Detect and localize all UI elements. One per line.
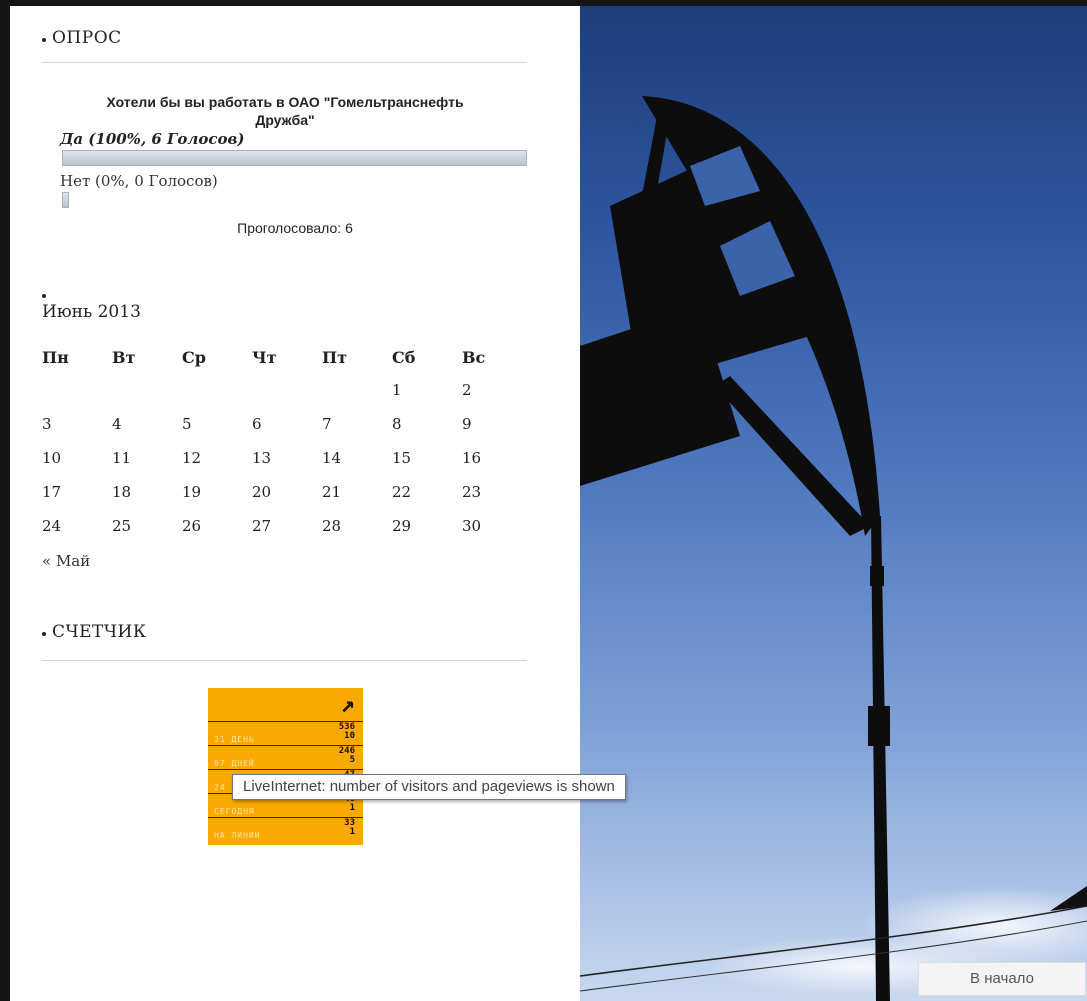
calendar-day: 1 (392, 381, 402, 399)
poll-answer-yes: Да (100%, 6 Голосов) (60, 130, 245, 148)
calendar-day: 4 (112, 415, 122, 433)
weekday: Чт (252, 347, 277, 367)
calendar-day: 8 (392, 415, 402, 433)
weekday: Вт (112, 347, 136, 367)
calendar-day: 19 (182, 483, 202, 501)
calendar-day: 3 (42, 415, 52, 433)
calendar-weekdays: Пн Вт Ср Чт Пт Сб Вс (36, 341, 526, 373)
sidebar-panel: ОПРОС Хотели бы вы работать в ОАО "Гомел… (10, 6, 580, 1001)
calendar-day: 16 (462, 449, 482, 467)
calendar-day: 21 (322, 483, 342, 501)
counter-tooltip: LiveInternet: number of visitors and pag… (232, 774, 626, 800)
counter-divider (42, 660, 527, 661)
calendar-day: 13 (252, 449, 272, 467)
calendar-day (36, 373, 106, 407)
calendar-day: 11 (112, 449, 132, 467)
calendar-day: 30 (462, 517, 482, 535)
calendar-week: 17 18 19 20 21 22 23 (36, 475, 526, 509)
weekday: Ср (182, 347, 206, 367)
calendar-day: 17 (42, 483, 62, 501)
poll-total: Проголосовало: 6 (237, 220, 353, 236)
calendar-day (246, 373, 316, 407)
calendar-day: 6 (252, 415, 262, 433)
calendar-day: 15 (392, 449, 412, 467)
liveinternet-counter[interactable]: ↗ 31 ДЕНЬ 536 10 07 ДНЕЙ 246 5 24 ЧАСА 4… (208, 688, 363, 845)
weekday: Вс (462, 347, 486, 367)
calendar-day: 18 (112, 483, 132, 501)
poll-widget-title: ОПРОС (42, 28, 122, 48)
calendar-day: 29 (392, 517, 412, 535)
calendar-day (316, 373, 386, 407)
counter-row: 31 ДЕНЬ 536 10 (208, 721, 363, 746)
calendar-table: Пн Вт Ср Чт Пт Сб Вс 1 2 3 4 5 6 7 8 9 1… (36, 341, 526, 543)
poll-bar-yes (62, 150, 527, 166)
calendar-day: 22 (392, 483, 412, 501)
calendar-day: 9 (462, 415, 472, 433)
calendar-day: 23 (462, 483, 482, 501)
back-to-top-button[interactable]: В начало (918, 962, 1086, 996)
bullet-icon (42, 38, 46, 42)
calendar-day: 10 (42, 449, 62, 467)
calendar-day: 20 (252, 483, 272, 501)
calendar-day: 26 (182, 517, 202, 535)
calendar-day: 25 (112, 517, 132, 535)
counter-row: НА ЛИНИИ 33 1 (208, 817, 363, 842)
calendar-day: 27 (252, 517, 272, 535)
calendar-week: 3 4 5 6 7 8 9 (36, 407, 526, 441)
weekday: Пт (322, 347, 348, 367)
calendar-week: 10 11 12 13 14 15 16 (36, 441, 526, 475)
weekday: Сб (392, 347, 416, 367)
calendar-day: 2 (462, 381, 472, 399)
pumpjack-photo (580, 6, 1087, 1001)
poll-question: Хотели бы вы работать в ОАО "Гомельтранс… (106, 94, 464, 128)
counter-widget-title: СЧЕТЧИК (42, 622, 147, 642)
calendar-day: 24 (42, 517, 62, 535)
bullet-icon (42, 632, 46, 636)
calendar-week: 24 25 26 27 28 29 30 (36, 509, 526, 543)
poll-answer-no: Нет (0%, 0 Голосов) (60, 172, 218, 190)
weekday: Пн (42, 347, 69, 367)
calendar-day (106, 373, 176, 407)
counter-row: 07 ДНЕЙ 246 5 (208, 745, 363, 770)
poll-divider (42, 62, 527, 63)
bullet-icon (42, 294, 46, 298)
calendar-day (176, 373, 246, 407)
arrow-up-right-icon: ↗ (340, 690, 355, 718)
calendar-week: 1 2 (36, 373, 526, 407)
poll-bar-no (62, 192, 69, 208)
calendar-day: 5 (182, 415, 192, 433)
calendar-prev-month-link[interactable]: « Май (42, 552, 90, 570)
calendar-day: 14 (322, 449, 342, 467)
calendar-month: Июнь 2013 (42, 302, 141, 322)
calendar-day: 7 (322, 415, 332, 433)
calendar-day: 28 (322, 517, 342, 535)
pumpjack-silhouette (580, 96, 1087, 1001)
calendar-day: 12 (182, 449, 202, 467)
